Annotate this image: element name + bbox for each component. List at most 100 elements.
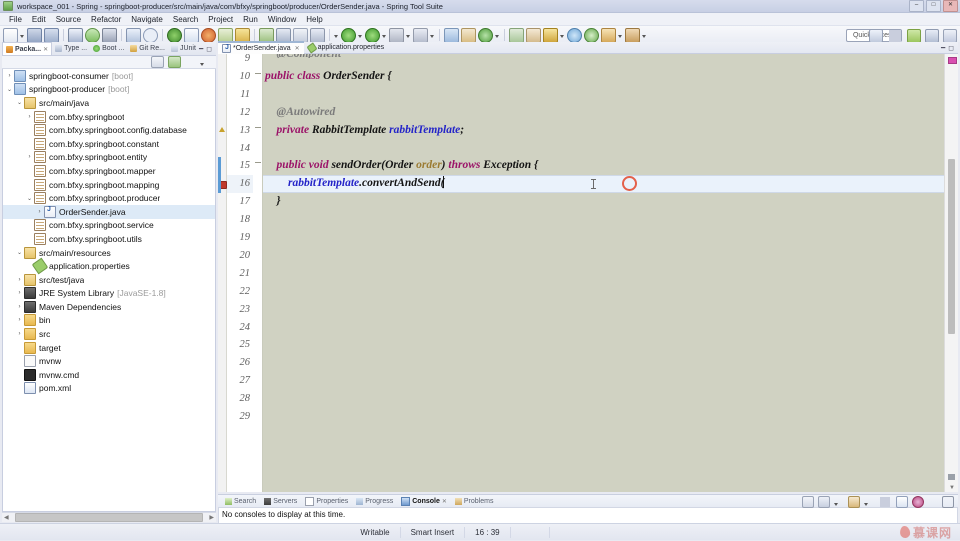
tree-item[interactable]: › src [3,327,215,341]
tree-item[interactable]: › JRE System Library [JavaSE-1.8] [3,287,215,301]
tree-item[interactable]: › Maven Dependencies [3,300,215,314]
expand-arrow-right-icon[interactable]: › [15,304,24,310]
tree-item[interactable]: ⌄ com.bfxy.springboot.producer [3,191,215,205]
editor-tab-ordersender[interactable]: *OrderSender.java ✕ [218,41,304,54]
refresh-icon[interactable] [85,27,100,43]
perspective-dropdown-icon[interactable] [430,29,435,42]
minimize-view-icon[interactable]: ━ [199,45,203,53]
pencil-dropdown-icon[interactable] [560,29,565,42]
tree-item[interactable]: com.bfxy.springboot.service [3,219,215,233]
close-icon[interactable]: ✕ [295,45,300,52]
link-with-editor-icon[interactable] [168,56,181,68]
code-line[interactable] [263,390,944,408]
tree-item[interactable]: › bin [3,314,215,328]
tab-problems[interactable]: Problems [451,497,498,505]
code-line[interactable]: } [263,193,944,211]
menu-item-window[interactable]: Window [263,15,301,24]
minimize-button[interactable]: – [909,0,924,12]
expand-arrow-down-icon[interactable]: ⌄ [5,86,14,93]
menu-item-refactor[interactable]: Refactor [86,15,126,24]
code-line[interactable] [263,283,944,301]
tab-servers[interactable]: Servers [260,497,301,505]
explorer-horizontal-scrollbar[interactable]: ◀ ▶ [2,512,216,522]
browser-icon[interactable] [567,27,582,43]
tree-item[interactable]: com.bfxy.springboot.utils [3,232,215,246]
tree-item[interactable]: › src/test/java [3,273,215,287]
close-button[interactable]: ✕ [943,0,958,12]
close-icon[interactable]: ✕ [43,46,48,53]
tab-progress[interactable]: Progress [352,497,397,505]
tab-junit[interactable]: JUnit [168,45,199,52]
server-icon[interactable] [526,27,541,43]
tab-boot-dashboard[interactable]: Boot ... [90,45,127,52]
git-icon[interactable] [478,27,493,43]
tree-item[interactable]: ⌄ springboot-producer [boot] [3,83,215,97]
minimize-editor-icon[interactable]: ━ [941,44,945,52]
bug-dropdown-icon[interactable] [642,29,647,42]
menu-item-search[interactable]: Search [168,15,203,24]
tree-item[interactable]: target [3,341,215,355]
expand-arrow-right-icon[interactable]: › [5,73,14,79]
new-console-view-icon[interactable] [912,496,924,508]
menu-item-run[interactable]: Run [238,15,263,24]
tree-item[interactable]: com.bfxy.springboot.mapper [3,164,215,178]
menu-item-help[interactable]: Help [301,15,327,24]
open-type-icon[interactable] [126,27,141,43]
menu-item-edit[interactable]: Edit [27,15,51,24]
code-line[interactable] [263,408,944,426]
expand-arrow-right-icon[interactable]: › [15,331,24,337]
menu-item-file[interactable]: File [4,15,27,24]
expand-arrow-right-icon[interactable]: › [15,290,24,296]
new-wizard-icon[interactable] [3,27,18,43]
tree-item[interactable]: mvnw.cmd [3,368,215,382]
save-icon[interactable] [27,27,42,43]
maximize-button[interactable]: □ [926,0,941,12]
code-line[interactable] [263,265,944,283]
code-line[interactable] [263,301,944,319]
open-perspective-button-icon[interactable] [869,29,883,43]
tree-item[interactable]: com.bfxy.springboot.constant [3,137,215,151]
open-console-icon[interactable] [896,496,908,508]
code-text-area[interactable]: @Component public class OrderSender { @Au… [263,54,944,492]
collapse-all-icon[interactable] [151,56,164,68]
tab-package-explorer[interactable]: Packa... ✕ [2,42,53,55]
scroll-lock-dropdown-icon[interactable] [834,497,844,507]
menu-item-source[interactable]: Source [51,15,86,24]
perspective-debug-icon[interactable] [943,29,957,43]
user-dropdown-icon[interactable] [618,29,623,42]
code-line[interactable] [263,247,944,265]
code-line[interactable]: private RabbitTemplate rabbitTemplate; [263,122,944,140]
editor-vertical-scrollbar[interactable]: ▼ [944,54,958,492]
perspective-java-icon[interactable] [925,29,939,43]
new-java-project-icon[interactable] [184,27,199,43]
code-line[interactable] [263,211,944,229]
tab-properties[interactable]: Properties [301,496,352,506]
pin-dropdown-icon[interactable] [864,497,874,507]
tree-item[interactable]: ⌄ src/main/java [3,96,215,110]
tree-item[interactable]: com.bfxy.springboot.mapping [3,178,215,192]
run-dropdown-icon[interactable] [358,29,363,42]
expand-arrow-right-icon[interactable]: › [25,114,34,120]
editor-tab-application-properties[interactable]: application.properties [304,41,389,54]
boot-run-icon[interactable] [167,27,182,43]
code-line[interactable] [263,140,944,158]
git-dropdown-icon[interactable] [495,29,500,42]
maximize-console-icon[interactable] [942,496,954,508]
code-line[interactable] [263,372,944,390]
expand-arrow-right-icon[interactable]: › [15,317,24,323]
project-tree[interactable]: › springboot-consumer [boot] ⌄ springboot-pr… [2,69,216,512]
link-icon[interactable] [102,27,117,43]
tree-item[interactable]: › OrderSender.java [3,204,215,219]
debug-icon[interactable] [341,27,356,43]
view-menu-chevron-icon[interactable] [200,57,211,67]
scroll-lock-icon[interactable] [818,496,830,508]
code-line[interactable] [263,319,944,337]
overview-warning-marker[interactable] [948,57,957,64]
perspective-spring-icon[interactable] [907,29,921,43]
editor-marker-bar[interactable] [218,54,227,492]
maximize-view-icon[interactable]: ◻ [206,45,212,53]
user-icon[interactable] [601,27,616,43]
tab-console[interactable]: Console ✕ [397,496,451,506]
code-line[interactable]: public void sendOrder(Order order) throw… [263,157,944,175]
new-wizard-dropdown-icon[interactable] [20,29,25,42]
